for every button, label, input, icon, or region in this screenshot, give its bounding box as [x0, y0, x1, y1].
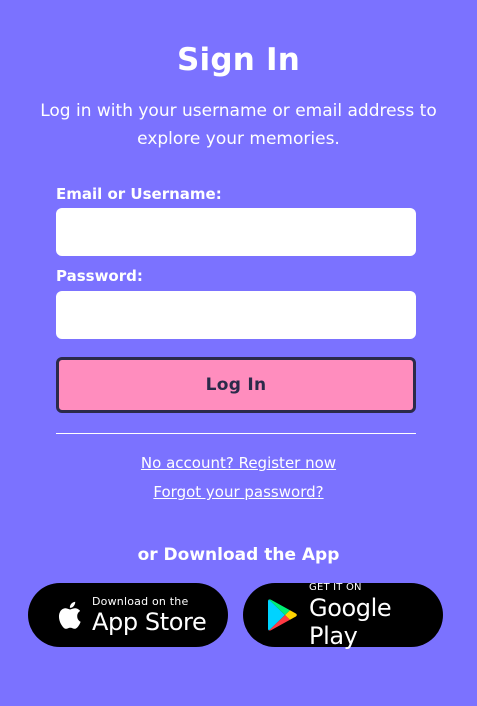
divider [56, 433, 416, 434]
page-title: Sign In [176, 42, 300, 78]
download-heading: or Download the App [137, 545, 340, 565]
google-play-small-text: GET IT ON [309, 581, 362, 593]
password-label: Password: [56, 267, 143, 285]
google-play-big-text: Google Play [309, 593, 392, 650]
google-play-logo-icon [267, 598, 299, 632]
forgot-password-link[interactable]: Forgot your password? [0, 481, 477, 503]
app-store-button[interactable]: Download on the App Store [28, 583, 228, 647]
apple-logo-icon [54, 598, 82, 632]
email-label: Email or Username: [56, 185, 222, 203]
email-field[interactable] [56, 208, 416, 256]
register-link[interactable]: No account? Register now [0, 452, 477, 474]
google-play-button[interactable]: GET IT ON Google Play [243, 581, 443, 650]
app-store-big-text: App Store [92, 607, 207, 636]
password-field[interactable] [56, 291, 416, 339]
page-subtitle: Log in with your username or email addre… [40, 101, 437, 149]
login-button[interactable]: Log In [56, 357, 416, 413]
app-store-small-text: Download on the [92, 594, 189, 608]
sign-in-page: Sign In Log in with your username or ema… [0, 0, 477, 706]
